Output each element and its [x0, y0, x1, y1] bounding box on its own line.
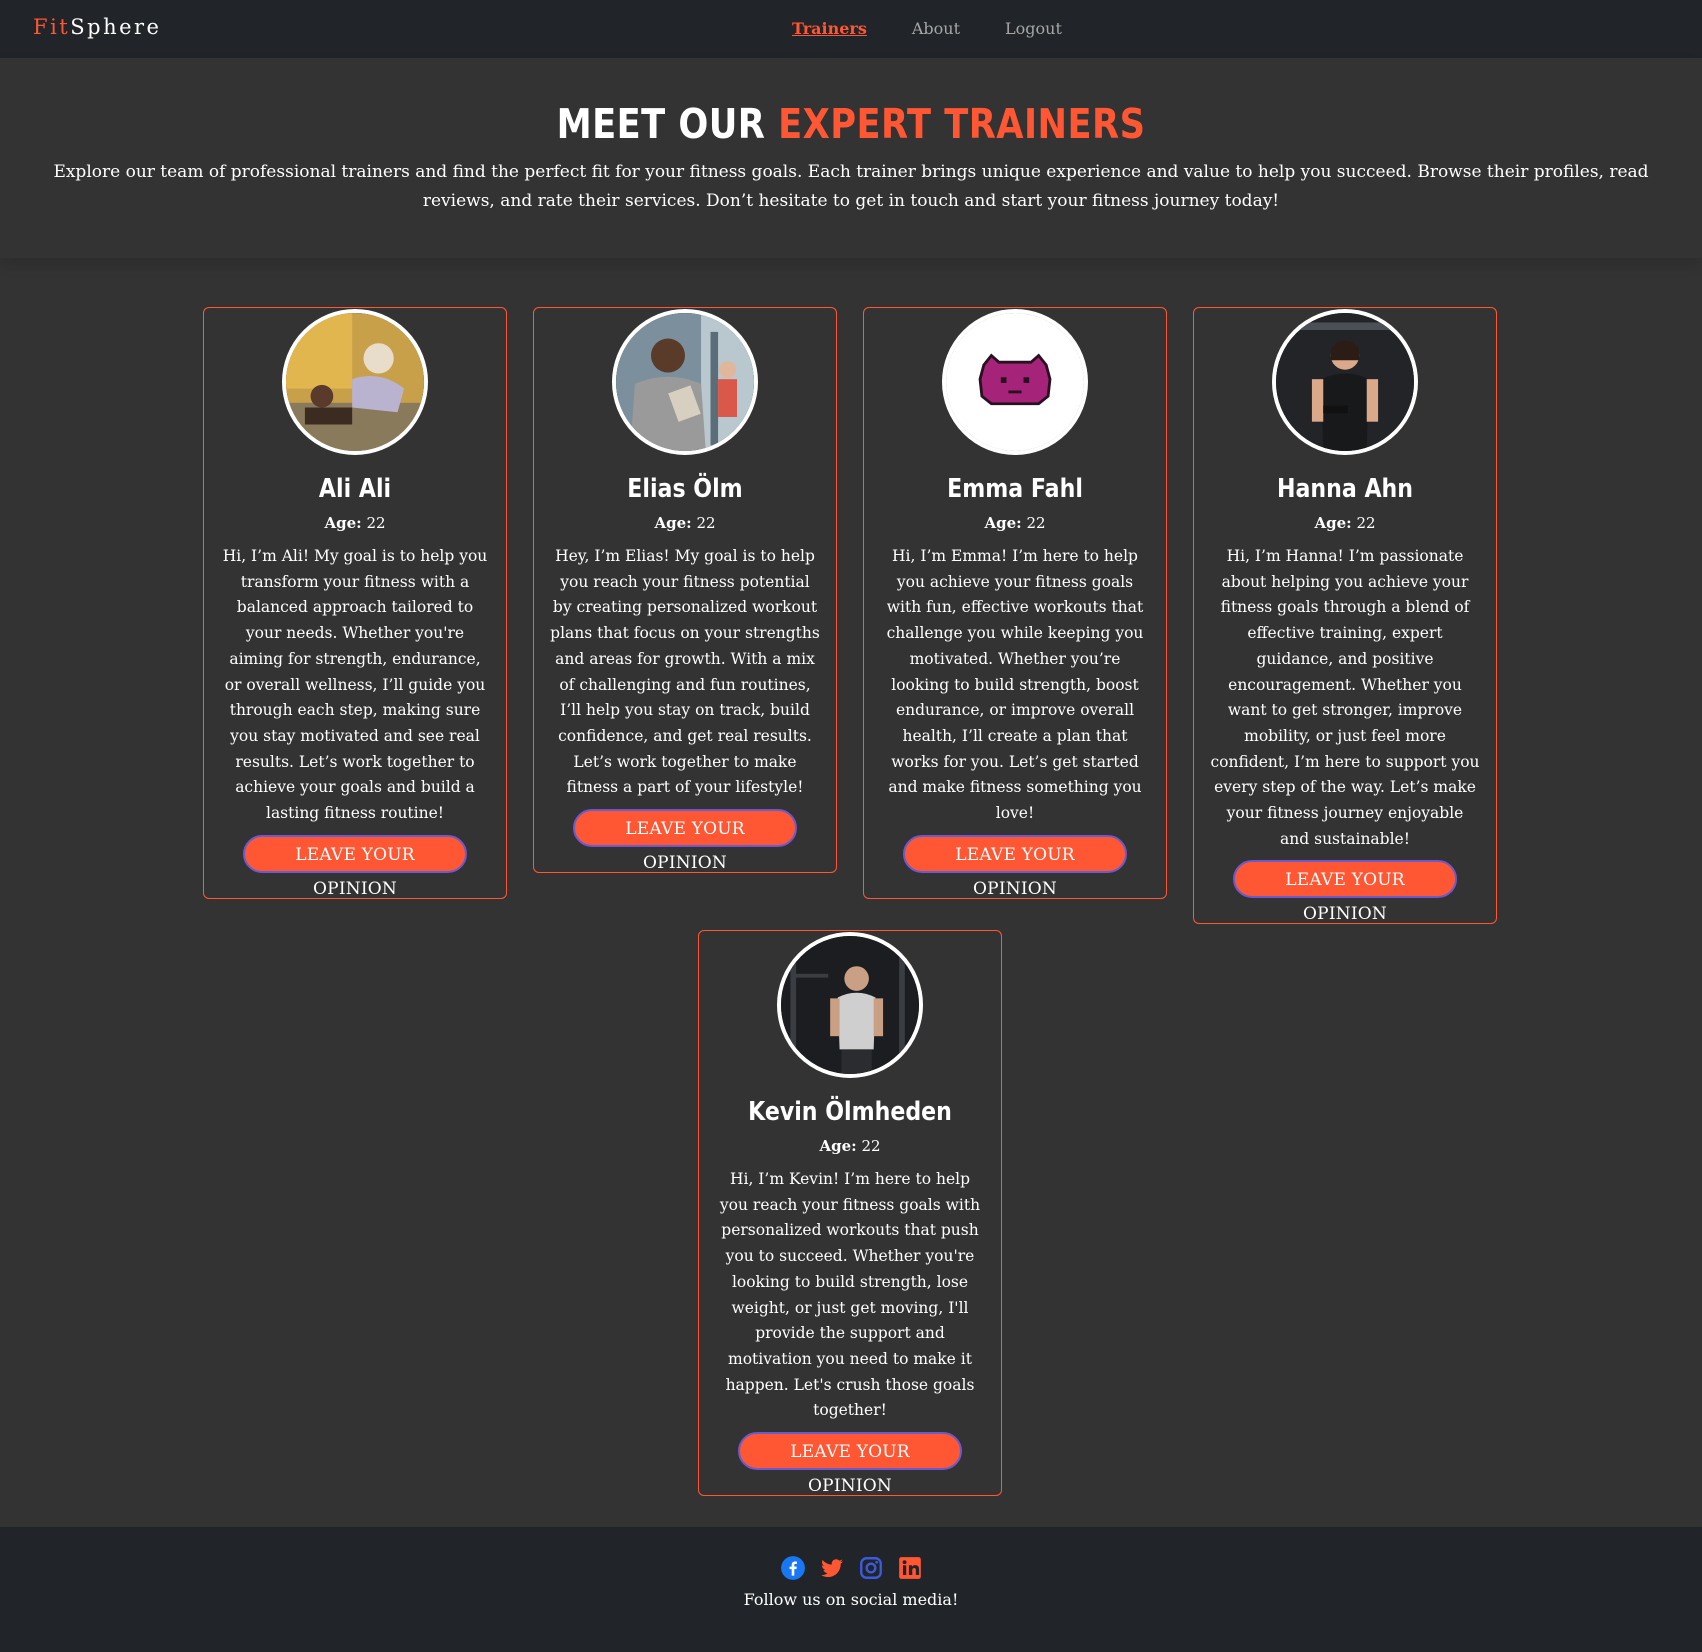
leave-opinion-button[interactable]: LEAVE YOUR OPINION [573, 809, 797, 873]
trainer-card: Hanna Ahn Age: 22 Hi, I’m Hanna! I’m pas… [1193, 307, 1497, 925]
age-label: Age: [654, 514, 692, 532]
nav-links: Trainers About Logout [792, 19, 1107, 38]
age-value: 22 [861, 1137, 881, 1155]
hero-description: Explore our team of professional trainer… [53, 162, 1649, 211]
trainer-name: Ali Ali [318, 474, 392, 504]
trainer-name: Emma Fahl [947, 474, 1083, 504]
leave-opinion-button[interactable]: LEAVE YOUR OPINION [903, 834, 1127, 899]
footer-text: Follow us on social media! [743, 1590, 959, 1609]
navbar: FitSphere Trainers About Logout [0, 0, 1702, 58]
trainer-age: Age: 22 [204, 513, 506, 533]
trainer-bio: Hi, I’m Emma! I’m here to help you achie… [886, 547, 1144, 823]
trainer-age: Age: 22 [699, 1136, 1001, 1156]
trainer-card: Ali Ali Age: 22 Hi, I’m Ali! My goal is … [203, 307, 507, 899]
trainers-grid: Ali Ali Age: 22 Hi, I’m Ali! My goal is … [0, 258, 1702, 1527]
age-label: Age: [819, 1137, 857, 1155]
twitter-icon[interactable] [819, 1555, 845, 1581]
linkedin-icon[interactable] [897, 1555, 923, 1581]
nav-link-logout[interactable]: Logout [1005, 19, 1062, 38]
leave-opinion-button[interactable]: LEAVE YOUR OPINION [738, 1432, 962, 1496]
trainer-photo-icon [616, 313, 754, 451]
trainer-bio: Hi, I’m Ali! My goal is to help you tran… [222, 547, 488, 823]
trainer-bio: Hi, I’m Kevin! I’m here to help you reac… [719, 1170, 981, 1420]
trainer-avatar [612, 309, 758, 455]
trainer-bio: Hi, I’m Hanna! I’m passionate about help… [1210, 547, 1480, 848]
pixel-monster-icon [946, 313, 1084, 451]
trainer-age: Age: 22 [1194, 513, 1496, 533]
trainer-age: Age: 22 [534, 513, 836, 533]
instagram-icon[interactable] [858, 1555, 884, 1581]
trainer-card: Emma Fahl Age: 22 Hi, I’m Emma! I’m here… [863, 307, 1167, 899]
trainer-name: Kevin Ölmheden [748, 1097, 952, 1127]
age-value: 22 [696, 514, 716, 532]
title-accent-part: EXPERT TRAINERS [778, 100, 1146, 148]
trainer-card: Elias Ölm Age: 22 Hey, I’m Elias! My goa… [533, 307, 837, 874]
trainer-avatar [777, 932, 923, 1078]
title-white-part: MEET OUR [556, 100, 766, 148]
trainer-photo-icon [286, 313, 424, 451]
trainer-avatar [282, 309, 428, 455]
age-value: 22 [366, 514, 386, 532]
age-value: 22 [1026, 514, 1046, 532]
trainer-age: Age: 22 [864, 513, 1166, 533]
hero-section: MEET OUR EXPERT TRAINERS Explore our tea… [0, 58, 1702, 258]
footer: Follow us on social media! [0, 1527, 1702, 1652]
trainer-avatar [942, 309, 1088, 455]
trainer-bio: Hey, I’m Elias! My goal is to help you r… [550, 547, 820, 797]
age-label: Age: [1314, 514, 1352, 532]
age-value: 22 [1356, 514, 1376, 532]
page-title: MEET OUR EXPERT TRAINERS [119, 58, 1583, 150]
brand-part-sphere: Sphere [70, 15, 162, 39]
leave-opinion-button[interactable]: LEAVE YOUR OPINION [1233, 860, 1457, 924]
trainer-name: Elias Ölm [627, 474, 743, 504]
age-label: Age: [984, 514, 1022, 532]
age-label: Age: [324, 514, 362, 532]
trainer-card: Kevin Ölmheden Age: 22 Hi, I’m Kevin! I’… [698, 930, 1002, 1497]
trainer-photo-icon [781, 936, 919, 1074]
brand-part-fit: Fit [33, 15, 71, 39]
brand-logo[interactable]: FitSphere [33, 15, 161, 39]
nav-link-about[interactable]: About [912, 19, 960, 38]
facebook-icon[interactable] [780, 1555, 806, 1581]
trainer-photo-icon [1276, 313, 1414, 451]
trainer-avatar [1272, 309, 1418, 455]
trainer-name: Hanna Ahn [1276, 474, 1414, 504]
leave-opinion-button[interactable]: LEAVE YOUR OPINION [243, 834, 467, 899]
social-links [780, 1555, 936, 1581]
nav-link-trainers[interactable]: Trainers [792, 19, 867, 38]
